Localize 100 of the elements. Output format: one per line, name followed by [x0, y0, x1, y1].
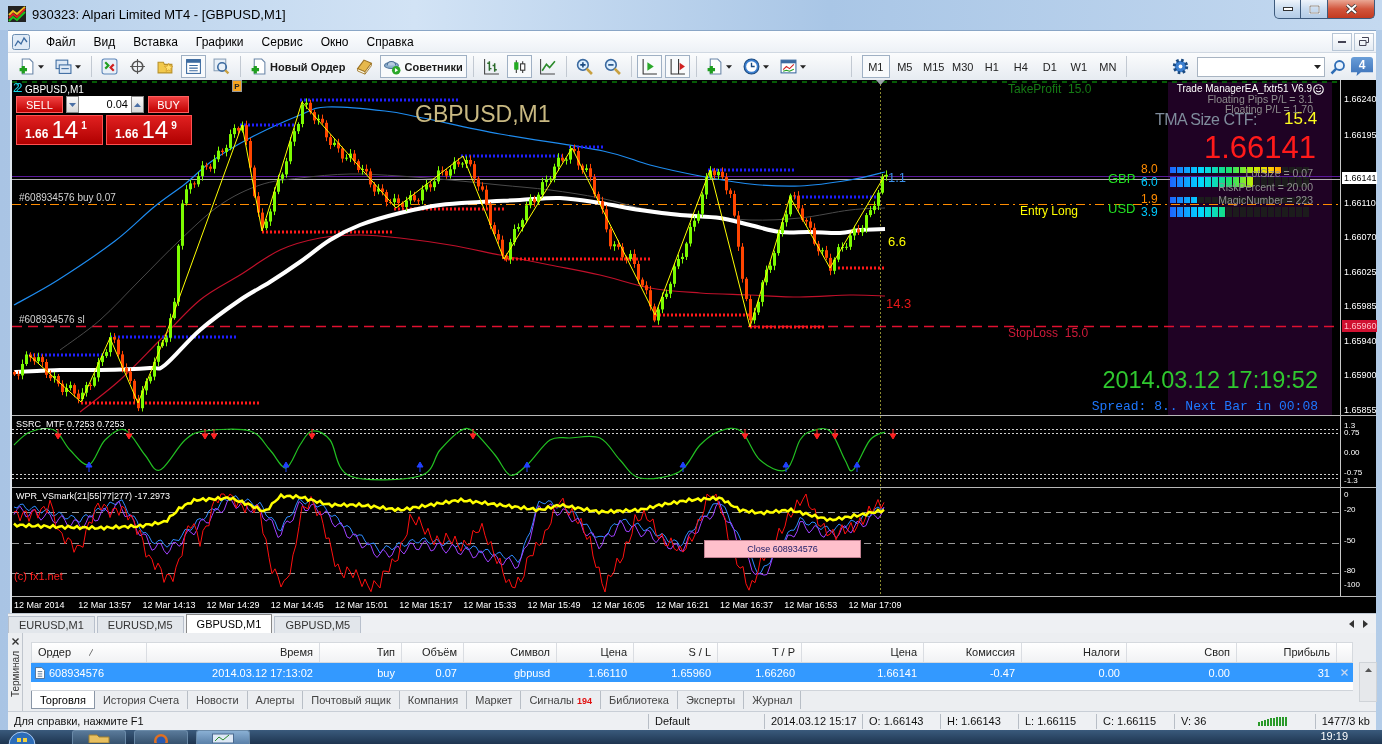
- terminal-tab[interactable]: История Счета: [94, 691, 188, 709]
- minimize-button[interactable]: [1332, 32, 1352, 51]
- new-order-button[interactable]: Новый Ордер: [246, 55, 350, 78]
- window-title: 930323: Alpari Limited MT4 - [GBPUSD,M1]: [32, 7, 286, 22]
- chart-tab[interactable]: GBPUSD,M5: [274, 616, 362, 633]
- zigzag-chart-icon: [8, 6, 26, 22]
- time-axis-label: 12 Mar 17:09: [848, 600, 903, 610]
- scroll-left-icon[interactable]: [1349, 620, 1354, 628]
- menu-item[interactable]: Вид: [84, 34, 125, 49]
- menu-item[interactable]: Файл: [37, 34, 85, 49]
- timeframe-button[interactable]: M5: [890, 55, 919, 78]
- terminal-tab[interactable]: Маркет: [467, 691, 522, 709]
- column-header[interactable]: S / L: [634, 643, 718, 662]
- column-header[interactable]: Тип: [320, 643, 402, 662]
- close-button[interactable]: [1328, 0, 1375, 19]
- time-axis-label: 12 Mar 16:37: [720, 600, 775, 610]
- terminal-tab[interactable]: Алерты: [247, 691, 304, 709]
- clock-icon: [742, 58, 760, 75]
- close-icon: [1345, 4, 1357, 14]
- table-cell: 608934576: [49, 666, 105, 679]
- column-header[interactable]: T / P: [718, 643, 802, 662]
- scroll-right-icon[interactable]: [1363, 620, 1368, 628]
- column-header[interactable]: Ордер: [32, 643, 147, 662]
- terminal-tab[interactable]: Журнал: [744, 691, 802, 709]
- timeframe-button[interactable]: H1: [977, 55, 1006, 78]
- indicator-scale-label: -1.3: [1344, 477, 1358, 485]
- price-axis-label: 1.66025: [1343, 266, 1377, 278]
- column-header[interactable]: Время: [147, 643, 320, 662]
- terminal-tab[interactable]: Почтовый ящик: [303, 691, 400, 709]
- menu-item[interactable]: Вставка: [124, 34, 187, 49]
- menu-item[interactable]: Окно: [311, 34, 358, 49]
- terminal-tab[interactable]: Эксперты: [677, 691, 745, 709]
- timeframe-button[interactable]: H4: [1006, 55, 1035, 78]
- status-ohlc-value: L: 1.66115: [1018, 713, 1096, 729]
- terminal-side-label: Терминал: [9, 651, 21, 698]
- terminal-tab[interactable]: Компания: [399, 691, 468, 709]
- candles-button[interactable]: [506, 55, 532, 78]
- price-axis-label: 1.66141: [1342, 172, 1377, 184]
- status-profile: Default: [648, 713, 764, 729]
- terminal-tab[interactable]: Торговля: [31, 691, 95, 709]
- start-orb-icon[interactable]: [8, 730, 36, 744]
- price-axis-label: 1.66110: [1343, 197, 1377, 209]
- taskbar-button[interactable]: [72, 730, 126, 744]
- column-header[interactable]: Своп: [1127, 643, 1237, 662]
- column-header[interactable]: Символ: [464, 643, 557, 662]
- connection-bars-icon: [1258, 716, 1288, 726]
- globe-icon: [154, 733, 168, 743]
- document-plus-icon: [18, 58, 35, 75]
- terminal-tab[interactable]: Сигналы 194: [521, 691, 602, 709]
- terminal-button[interactable]: [181, 55, 206, 78]
- chart-tab[interactable]: EURUSD,M1: [8, 616, 95, 633]
- timeframe-button[interactable]: M30: [948, 55, 977, 78]
- chart-tab[interactable]: EURUSD,M5: [96, 616, 184, 633]
- close-icon[interactable]: [11, 638, 19, 645]
- caret-icon[interactable]: [1314, 64, 1321, 69]
- status-ohlc-value: O: 1.66143: [862, 713, 940, 729]
- experts-button[interactable]: Советники: [380, 55, 467, 78]
- terminal-tab[interactable]: Библиотека: [601, 691, 678, 709]
- timeframe-button[interactable]: D1: [1035, 55, 1064, 78]
- search-icon[interactable]: [1330, 58, 1346, 75]
- chart-shift-button[interactable]: [664, 55, 690, 78]
- timeframe-button[interactable]: M1: [861, 55, 890, 78]
- settings-icon[interactable]: [1172, 58, 1189, 75]
- column-header[interactable]: Налоги: [1022, 643, 1127, 662]
- column-header[interactable]: Цена: [557, 643, 634, 662]
- price-axis-label: 1.66195: [1343, 129, 1377, 141]
- status-help-text: Для справки, нажмите F1: [13, 713, 145, 729]
- timeframe-button[interactable]: M15: [919, 55, 948, 78]
- taskbar-button[interactable]: [134, 730, 188, 744]
- price-axis-label: 1.65940: [1343, 335, 1377, 347]
- autoscroll-button[interactable]: [636, 55, 662, 78]
- restore-button[interactable]: [1354, 32, 1374, 51]
- minimize-icon: [1338, 40, 1346, 43]
- document-plus-icon: [705, 58, 723, 75]
- minimize-button[interactable]: [1274, 0, 1301, 19]
- scroll-up-icon[interactable]: [1364, 668, 1372, 672]
- column-header[interactable]: Цена: [802, 643, 924, 662]
- messages-button[interactable]: 4: [1351, 57, 1373, 76]
- search-field[interactable]: [1197, 56, 1325, 77]
- time-axis-label: 12 Mar 14:13: [142, 600, 197, 610]
- time-axis-label: 12 Mar 2014: [14, 600, 66, 610]
- caret-icon: [762, 64, 769, 69]
- scrollbar[interactable]: [1359, 662, 1377, 702]
- table-cell: 0.00: [1208, 666, 1230, 679]
- menu-item[interactable]: Справка: [357, 34, 423, 49]
- table-cell: 31: [1317, 666, 1330, 679]
- terminal-tab[interactable]: Новости: [188, 691, 248, 709]
- taskbar-button[interactable]: [196, 730, 250, 744]
- menu-item[interactable]: Сервис: [252, 34, 312, 49]
- column-header[interactable]: Комиссия: [924, 643, 1022, 662]
- column-header[interactable]: Прибыль: [1237, 643, 1337, 662]
- timeframe-button[interactable]: W1: [1064, 55, 1093, 78]
- caret-icon: [75, 64, 81, 69]
- maximize-button[interactable]: [1301, 0, 1328, 19]
- menu-item[interactable]: Графики: [186, 34, 253, 49]
- column-header[interactable]: Объём: [402, 643, 464, 662]
- indicator-scale-label: 0: [1344, 491, 1349, 499]
- chart-document-icon[interactable]: [12, 33, 30, 50]
- chart-tab[interactable]: GBPUSD,M1: [185, 614, 273, 633]
- timeframe-button[interactable]: MN: [1093, 55, 1122, 78]
